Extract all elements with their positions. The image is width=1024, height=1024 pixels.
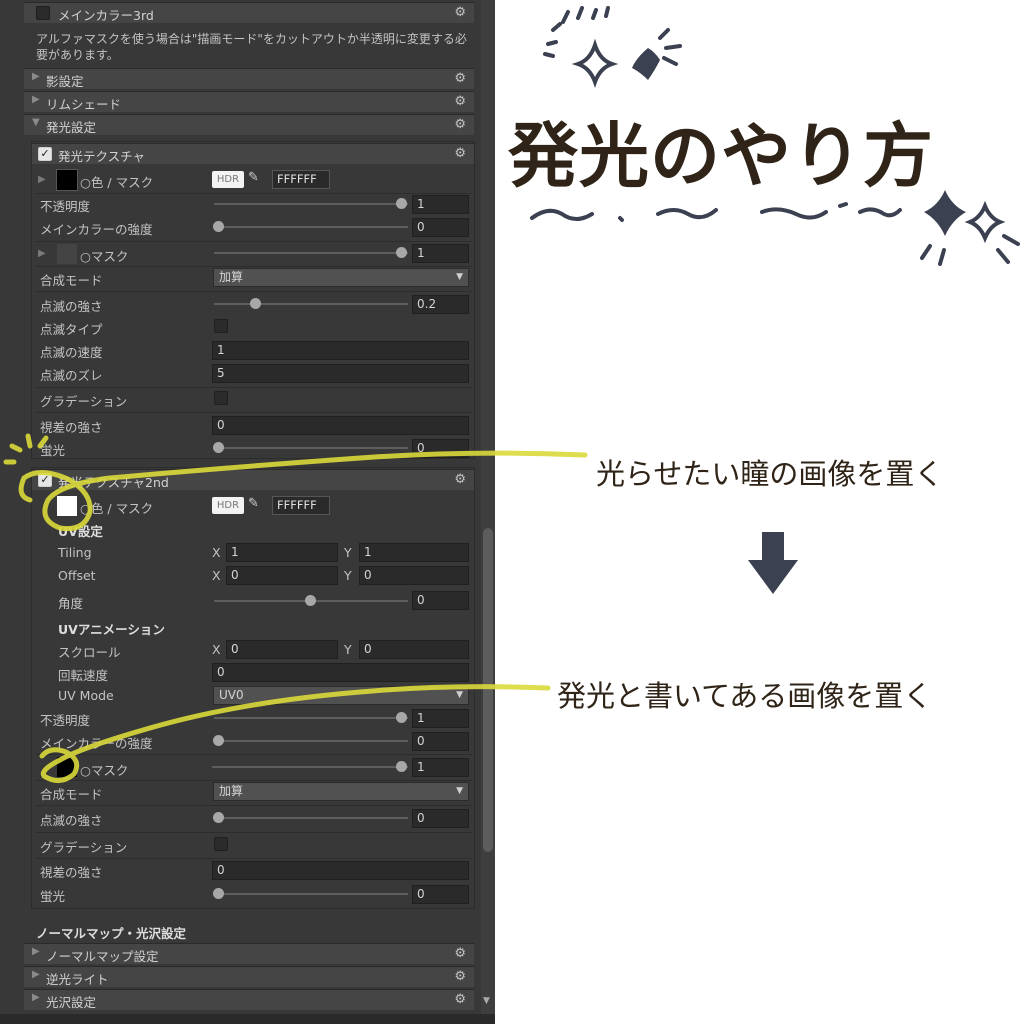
- sparkle-doodle-icon: [543, 6, 682, 88]
- squiggle-underline: [530, 202, 902, 222]
- filled-sparkle-icon: [632, 48, 660, 80]
- hand-drawn-overlay: [3, 6, 1020, 783]
- down-arrow-icon: [748, 532, 798, 594]
- yellow-highlight-annotations: [3, 433, 588, 783]
- filled-sparkle-icon: [924, 190, 966, 236]
